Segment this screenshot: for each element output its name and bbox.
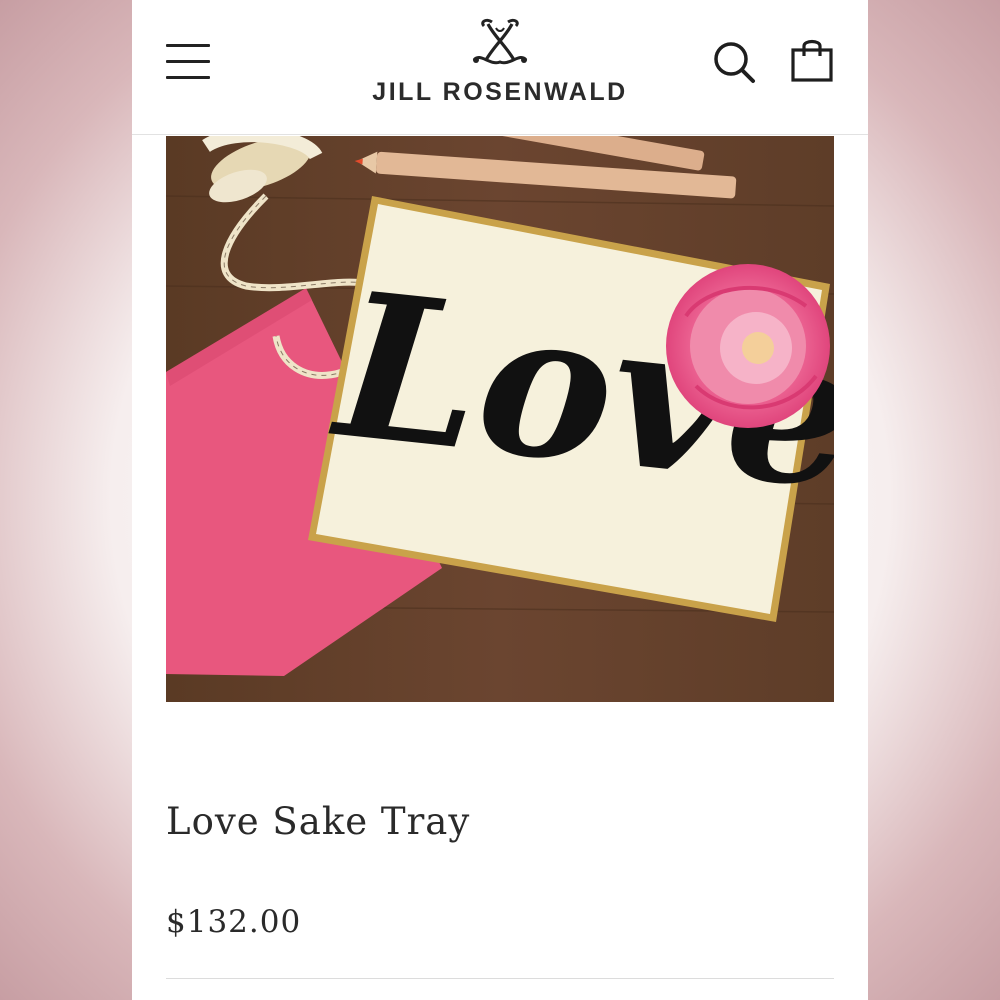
jr-monogram-logo-icon <box>472 18 528 65</box>
pink-rose <box>666 264 830 428</box>
product-title: Love Sake Tray <box>166 800 471 843</box>
brand-logo[interactable]: JILL ROSENWALD <box>350 14 650 114</box>
phone-screen: JILL ROSENWALD Love Love Sake Tray $132.… <box>132 0 868 1000</box>
menu-bar <box>166 60 210 63</box>
search-icon[interactable] <box>712 40 756 84</box>
shopping-bag-icon[interactable] <box>790 36 834 82</box>
site-header: JILL ROSENWALD <box>132 0 868 135</box>
menu-bar <box>166 76 210 79</box>
hamburger-menu-icon[interactable] <box>166 44 210 80</box>
menu-bar <box>166 44 210 47</box>
brand-name: JILL ROSENWALD <box>372 78 628 106</box>
product-image[interactable]: Love <box>166 136 834 702</box>
product-price: $132.00 <box>166 904 302 940</box>
divider <box>166 978 834 979</box>
